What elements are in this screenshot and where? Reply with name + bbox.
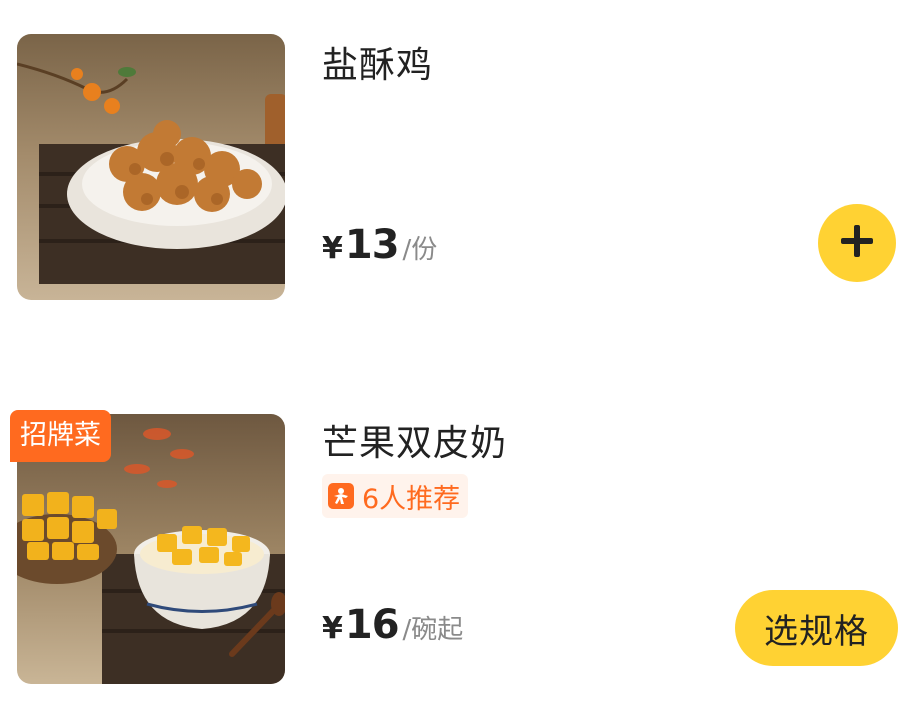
item-price: ¥ 16 /碗起 (322, 602, 463, 648)
fried-chicken-photo[interactable] (17, 34, 285, 300)
price-amount: 13 (344, 222, 400, 268)
thumbs-up-icon (328, 483, 354, 509)
price-unit: /份 (402, 235, 438, 265)
menu-item[interactable]: 盐酥鸡 ¥ 13 /份 (0, 34, 916, 302)
signature-dish-badge: 招牌菜 (10, 410, 111, 462)
item-price: ¥ 13 /份 (322, 222, 437, 268)
plus-icon (837, 221, 877, 265)
item-title: 盐酥鸡 (322, 45, 434, 86)
add-to-cart-button[interactable] (818, 204, 896, 282)
price-amount: 16 (344, 602, 400, 648)
select-spec-button[interactable]: 选规格 (735, 590, 898, 666)
price-unit: /碗起 (402, 615, 464, 645)
menu-item[interactable]: 招牌菜 芒果双皮奶 6人推荐 ¥ 16 /碗起 选规格 (0, 410, 916, 685)
recommend-text: 6人推荐 (362, 483, 461, 515)
currency-symbol: ¥ (322, 231, 343, 266)
item-title: 芒果双皮奶 (322, 423, 508, 464)
recommend-tag: 6人推荐 (322, 474, 469, 518)
currency-symbol: ¥ (322, 611, 343, 646)
